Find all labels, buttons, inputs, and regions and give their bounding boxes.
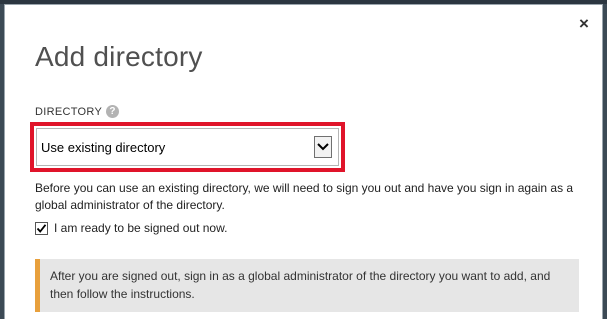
help-icon[interactable]: ? [106, 105, 120, 118]
close-icon: × [579, 14, 589, 33]
directory-label-text: DIRECTORY [35, 105, 103, 118]
chevron-down-icon[interactable] [314, 136, 332, 158]
directory-select-value: Use existing directory [41, 139, 166, 155]
add-directory-dialog: × Add directory DIRECTORY ? Use existing… [4, 4, 603, 319]
sign-out-notice: Before you can use an existing directory… [35, 181, 574, 212]
info-message: After you are signed out, sign in as a g… [35, 259, 579, 312]
checkmark-icon [36, 223, 47, 233]
info-message-text: After you are signed out, sign in as a g… [50, 269, 551, 301]
dialog-title: Add directory [35, 41, 203, 72]
directory-field-label: DIRECTORY ? [35, 105, 120, 118]
ready-checkbox[interactable] [35, 221, 48, 235]
ready-to-sign-out-option[interactable]: I am ready to be signed out now. [35, 221, 227, 235]
directory-select[interactable]: Use existing directory [36, 128, 339, 166]
close-button[interactable]: × [576, 15, 592, 33]
ready-checkbox-label: I am ready to be signed out now. [54, 221, 228, 235]
